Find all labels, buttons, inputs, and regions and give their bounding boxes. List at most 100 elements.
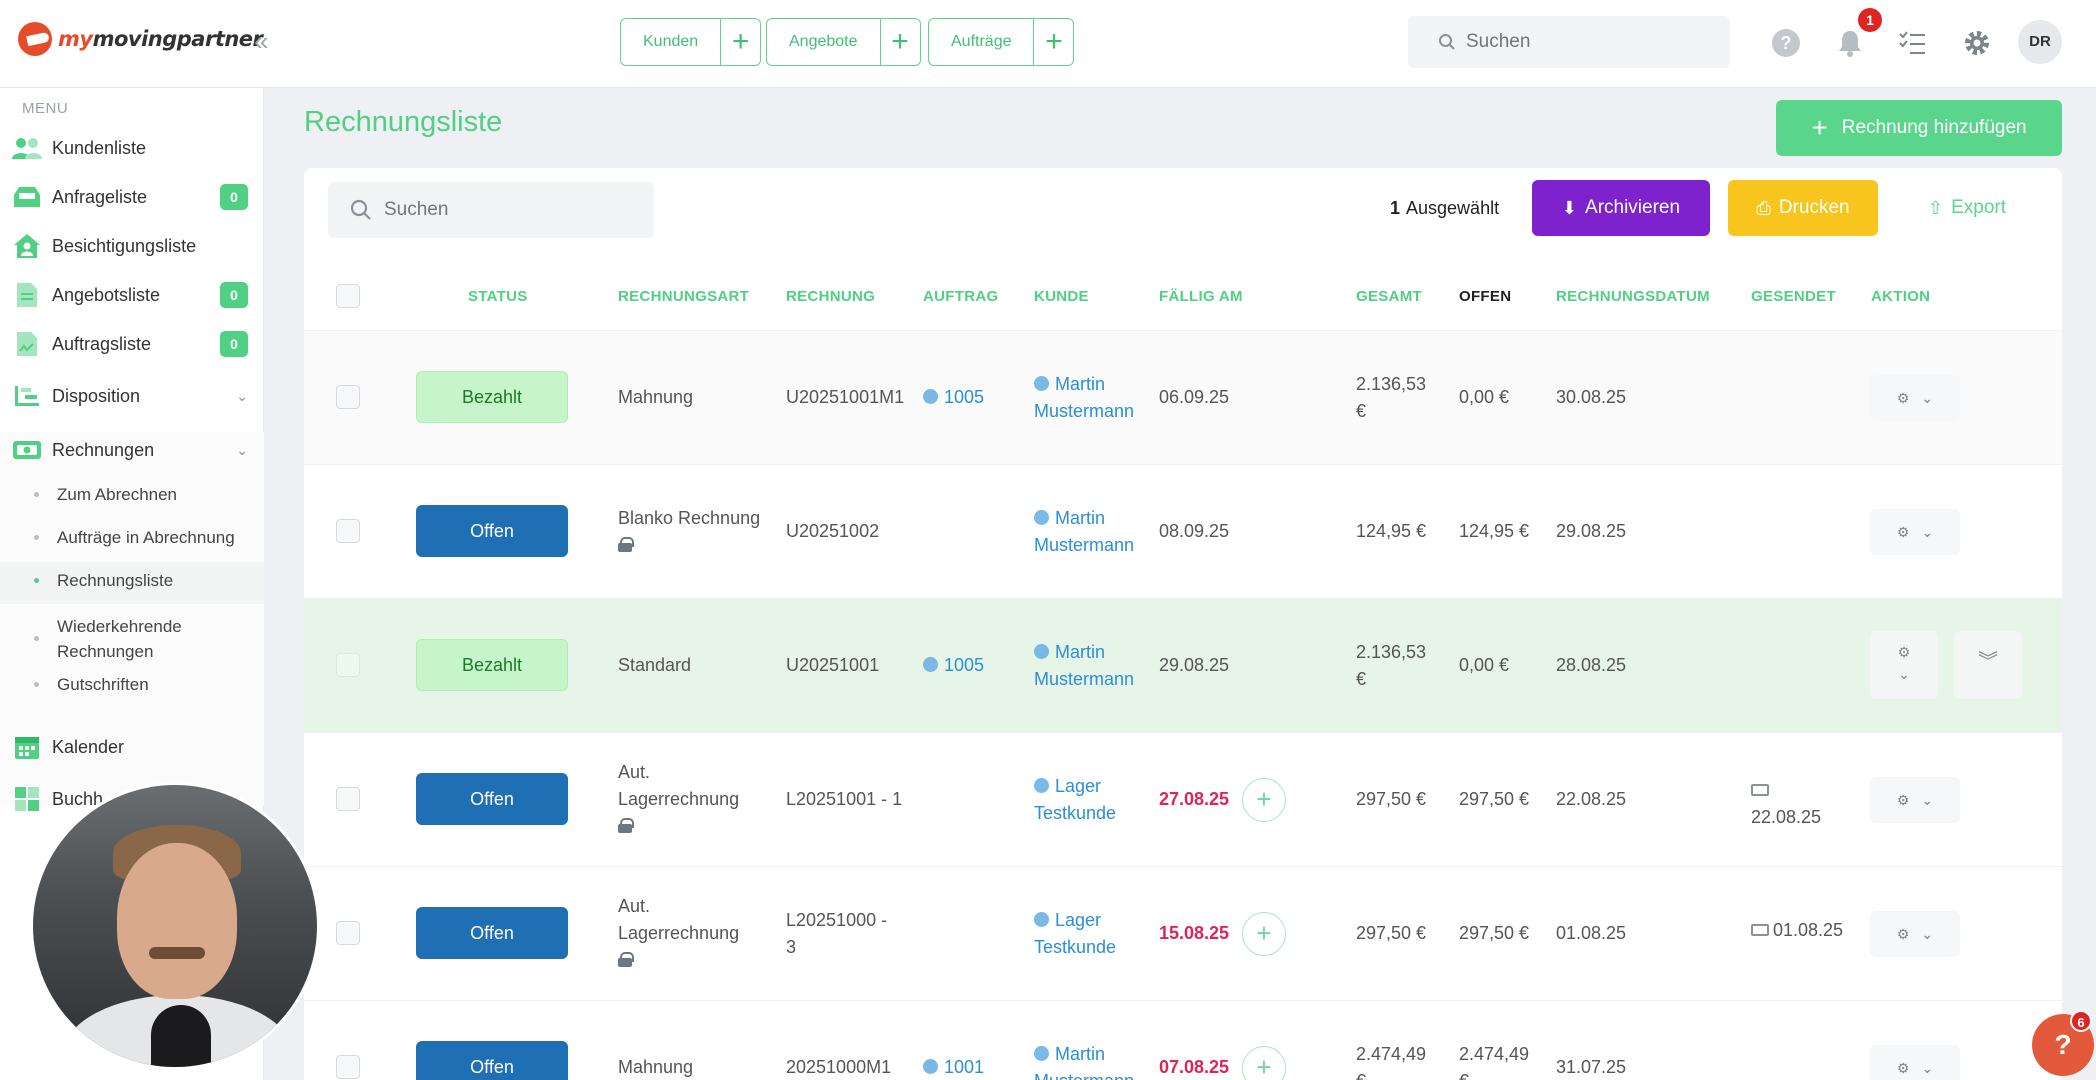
kunde-link[interactable]: MartinMustermann xyxy=(1034,639,1134,693)
link-icon xyxy=(1034,1046,1049,1061)
column-gesamt[interactable]: GESAMT xyxy=(1356,288,1422,305)
row-action-menu[interactable]: ⚙ ⌄ xyxy=(1870,777,1960,823)
chevron-down-icon: ⌄ xyxy=(1921,791,1934,808)
sidebar-item-angebotsliste[interactable]: Angebotsliste 0 xyxy=(0,273,264,317)
add-reminder-button[interactable]: + xyxy=(1242,778,1286,822)
column-status[interactable]: STATUS xyxy=(468,288,528,305)
quick-kunden-add-icon[interactable]: + xyxy=(720,19,760,65)
row-action-menu[interactable]: ⚙ ⌄ xyxy=(1870,911,1960,957)
download-icon: ⬇ xyxy=(1561,197,1578,218)
sidebar-item-kalender[interactable]: Kalender xyxy=(0,725,264,769)
quick-angebote-add-icon[interactable]: + xyxy=(879,19,920,65)
print-button[interactable]: ⎙ Drucken xyxy=(1728,180,1878,236)
checklist-icon[interactable] xyxy=(1898,30,1926,61)
bullet-icon xyxy=(34,682,39,687)
kunde-link[interactable]: MartinMustermann xyxy=(1034,505,1134,559)
row-checkbox[interactable] xyxy=(336,921,360,945)
select-all-checkbox[interactable] xyxy=(336,284,360,308)
export-button[interactable]: ⇧ Export xyxy=(1904,180,2030,236)
sidebar-sub-auftraege-in-abrechnung[interactable]: Aufträge in Abrechnung xyxy=(0,525,264,561)
sidebar-sub-zum-abrechnen[interactable]: Zum Abrechnen xyxy=(0,482,264,518)
cell-rechnungsdatum: 29.08.25 xyxy=(1556,521,1627,541)
kunde-link[interactable]: MartinMustermann xyxy=(1034,1041,1134,1080)
column-kunde[interactable]: KUNDE xyxy=(1034,288,1089,305)
cell-rechnungsart: Aut. Lagerrechnung xyxy=(618,759,739,840)
add-invoice-button[interactable]: + Rechnung hinzufügen xyxy=(1776,100,2062,156)
auftrag-link[interactable]: 1005 xyxy=(923,652,984,679)
chevron-down-icon: ⌄ xyxy=(236,387,248,404)
auftrag-link[interactable]: 1001 xyxy=(923,1054,984,1080)
cell-rechnungsart: Mahnung xyxy=(618,1057,694,1077)
kunde-link[interactable]: Lager Testkunde xyxy=(1034,773,1116,827)
sidebar-item-auftragsliste[interactable]: Auftragsliste 0 xyxy=(0,322,264,366)
cell-rechnungsdatum: 31.07.25 xyxy=(1556,1057,1627,1077)
quick-angebote-button[interactable]: Angebote xyxy=(767,19,880,65)
column-aktion: AKTION xyxy=(1871,288,1931,305)
sidebar-item-kundenliste[interactable]: Kundenliste xyxy=(0,126,264,170)
lock-icon xyxy=(618,537,634,552)
row-action-menu[interactable]: ⚙ ⌄ xyxy=(1870,631,1938,699)
sidebar-sub-gutschriften[interactable]: Gutschriften xyxy=(0,672,264,708)
link-icon xyxy=(1034,510,1049,525)
gear-icon[interactable] xyxy=(1962,28,1992,63)
help-icon[interactable]: ? xyxy=(1772,29,1800,57)
quick-kunden-button[interactable]: Kunden xyxy=(621,19,720,65)
column-gesendet[interactable]: GESENDET xyxy=(1751,288,1836,305)
gear-icon: ⚙ xyxy=(1896,523,1910,540)
archive-label: Archivieren xyxy=(1585,197,1681,218)
status-badge: Offen xyxy=(416,1041,568,1080)
upload-icon: ⇧ xyxy=(1927,197,1944,218)
sidebar-item-label: Kundenliste xyxy=(52,137,147,158)
sidebar-sub-label: Wiederkehrende Rechnungen xyxy=(57,617,182,661)
row-checkbox[interactable] xyxy=(336,787,360,811)
archive-button[interactable]: ⬇ Archivieren xyxy=(1532,180,1710,236)
sidebar-item-disposition[interactable]: Disposition ⌄ xyxy=(0,374,264,418)
table-row[interactable]: Offen Blanko Rechnung U20251002 Martin Mu… xyxy=(304,464,2062,598)
collapse-sidebar-icon[interactable]: « xyxy=(254,26,268,57)
bell-icon[interactable] xyxy=(1836,28,1864,58)
column-offen[interactable]: OFFEN xyxy=(1459,288,1511,305)
column-rechnung[interactable]: RECHNUNG xyxy=(786,288,875,305)
chevron-down-icon: ⌄ xyxy=(236,441,248,458)
chevron-down-icon: ⌄ xyxy=(1921,523,1934,540)
brand-logo[interactable]: mymovingpartner xyxy=(18,22,263,56)
table-row[interactable]: Offen Aut. Lagerrechnung L20251000 -3 Lag… xyxy=(304,866,2062,1000)
cell-rechnung: U20251001M1 xyxy=(786,387,905,407)
cell-gesendet: 22.08.25 xyxy=(1751,777,1821,831)
cell-rechnung: L20251000 -3 xyxy=(786,910,888,957)
sidebar-sub-wiederkehrende-rechnungen[interactable]: Wiederkehrende Rechnungen xyxy=(0,614,264,668)
table-row[interactable]: Bezahlt Mahnung U20251001M1 1005 Martin M… xyxy=(304,330,2062,464)
sidebar-sub-rechnungsliste[interactable]: Rechnungsliste xyxy=(0,562,264,604)
sidebar-item-besichtigungsliste[interactable]: Besichtigungsliste xyxy=(0,224,264,268)
table-row[interactable]: Offen Mahnung 20251000M1 1001 MartinMust… xyxy=(304,1000,2062,1080)
column-faellig-am[interactable]: FÄLLIG AM xyxy=(1159,288,1243,305)
row-checkbox[interactable] xyxy=(336,1055,360,1079)
auftrag-link[interactable]: 1005 xyxy=(923,384,984,411)
row-action-menu[interactable]: ⚙ ⌄ xyxy=(1870,509,1960,555)
row-checkbox[interactable] xyxy=(336,653,360,677)
global-search-input[interactable] xyxy=(1466,31,1706,53)
kunde-link[interactable]: MartinMustermann xyxy=(1034,371,1134,425)
sidebar-sub-label: Gutschriften xyxy=(57,675,149,694)
column-rechnungsdatum[interactable]: RECHNUNGSDATUM xyxy=(1556,288,1710,305)
quick-auftraege-button[interactable]: Aufträge xyxy=(929,19,1033,65)
quick-auftraege-add-icon[interactable]: + xyxy=(1033,19,1073,65)
add-reminder-button[interactable]: + xyxy=(1242,1046,1286,1080)
add-reminder-button[interactable]: + xyxy=(1242,912,1286,956)
kunde-link[interactable]: Lager Testkunde xyxy=(1034,907,1116,961)
table-search-input[interactable] xyxy=(384,199,644,221)
row-action-menu[interactable]: ⚙ ⌄ xyxy=(1870,1045,1960,1080)
row-checkbox[interactable] xyxy=(336,385,360,409)
table-row[interactable]: Bezahlt Standard U20251001 1005 Martin Mu… xyxy=(304,598,2062,732)
column-rechnungsart[interactable]: RECHNUNGSART xyxy=(618,288,749,305)
quick-auftraege: Aufträge + xyxy=(928,18,1075,66)
column-auftrag[interactable]: AUFTRAG xyxy=(923,288,998,305)
cell-rechnungsdatum: 28.08.25 xyxy=(1556,655,1627,675)
table-row[interactable]: Offen Aut. Lagerrechnung L20251001 - 1 La… xyxy=(304,732,2062,866)
row-action-menu[interactable]: ⚙ ⌄ xyxy=(1870,375,1960,421)
row-checkbox[interactable] xyxy=(336,519,360,543)
sidebar-item-rechnungen[interactable]: Rechnungen ⌄ xyxy=(0,428,264,472)
avatar[interactable]: DR xyxy=(2018,20,2062,64)
expand-row-button[interactable]: ︾ xyxy=(1954,631,2022,699)
sidebar-item-anfrageliste[interactable]: Anfrageliste 0 xyxy=(0,175,264,219)
